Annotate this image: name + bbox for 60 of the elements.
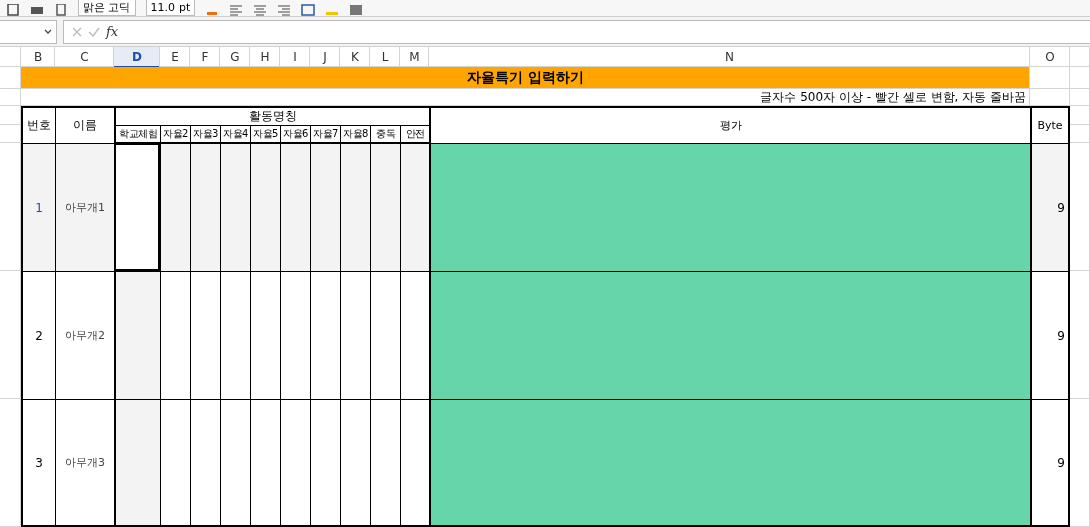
header-cell: Byte: [1030, 106, 1070, 143]
name-cell: 아무개3: [55, 399, 114, 527]
formula-field[interactable]: fx: [63, 19, 1090, 44]
row-number: 1: [21, 143, 55, 271]
column-header[interactable]: F: [190, 47, 220, 67]
header-cell: 자율6: [280, 125, 310, 143]
close-icon[interactable]: [72, 26, 82, 37]
column-header[interactable]: B: [21, 47, 55, 67]
active-cell[interactable]: [114, 143, 160, 271]
column-header[interactable]: H: [250, 47, 280, 67]
row-number: 3: [21, 399, 55, 527]
byte-cell: 9: [1030, 143, 1070, 271]
header-cell: 자율2: [160, 125, 190, 143]
header-cell: 자율5: [250, 125, 280, 143]
column-header[interactable]: G: [220, 47, 250, 67]
align-left-icon[interactable]: [229, 4, 244, 16]
byte-cell: 9: [1030, 399, 1070, 527]
border-icon[interactable]: [301, 4, 316, 16]
align-center-icon[interactable]: [253, 4, 268, 16]
evaluation-cell[interactable]: [429, 271, 1030, 399]
header-cell: 자율7: [310, 125, 340, 143]
sheet-title: 자율특기 입력하기: [21, 67, 1030, 89]
check-icon[interactable]: [88, 26, 100, 37]
header-cell: 안전: [400, 125, 429, 143]
empty-cell: [0, 106, 21, 125]
font-size-value: 11.0: [150, 0, 175, 15]
header-cell: 이름: [55, 106, 114, 143]
header-cell: 자율3: [190, 125, 220, 143]
header-cell: 자율4: [220, 125, 250, 143]
size-unit: pt: [179, 0, 191, 15]
name-cell: 아무개1: [55, 143, 114, 271]
note-text: 글자수 500자 이상 - 빨간 셀로 변함, 자동 줄바꿈: [21, 89, 1030, 106]
column-header[interactable]: D: [114, 47, 160, 67]
align-right-icon[interactable]: [277, 4, 292, 16]
row-number: 2: [21, 271, 55, 399]
font-size-field[interactable]: 11.0 pt: [145, 0, 196, 16]
column-header[interactable]: E: [160, 47, 190, 67]
header-cell: 학교체험: [114, 125, 160, 143]
name-cell: 아무개2: [55, 271, 114, 399]
empty-cell: [1070, 106, 1090, 125]
header-cell: 번호: [21, 106, 55, 143]
corner-cell[interactable]: [0, 47, 21, 67]
header-cell: 중독: [370, 125, 400, 143]
column-header[interactable]: O: [1030, 47, 1070, 67]
column-header[interactable]: J: [310, 47, 340, 67]
column-header[interactable]: K: [340, 47, 370, 67]
column-header[interactable]: I: [280, 47, 310, 67]
header-cell: 자율8: [340, 125, 370, 143]
evaluation-cell[interactable]: [429, 399, 1030, 527]
header-cell: 평가: [429, 106, 1030, 143]
evaluation-cell[interactable]: [429, 143, 1030, 271]
column-header[interactable]: L: [370, 47, 400, 67]
byte-cell: 9: [1030, 271, 1070, 399]
chevron-down-icon: [44, 28, 52, 35]
header-cell: 활동명칭: [114, 106, 429, 125]
function-symbol[interactable]: fx: [106, 24, 119, 39]
column-header[interactable]: M: [400, 47, 429, 67]
font-name-field[interactable]: 맑은 고딕: [78, 0, 136, 16]
column-header[interactable]: N: [429, 47, 1030, 67]
column-header[interactable]: C: [55, 47, 114, 67]
